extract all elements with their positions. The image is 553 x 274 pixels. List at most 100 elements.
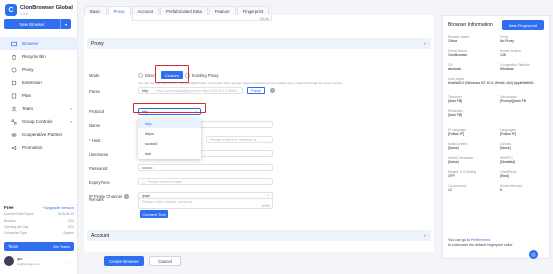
help-icon[interactable]: ? <box>270 88 275 93</box>
app-version: 1.3.0 <box>20 11 28 16</box>
protocol-option-https[interactable]: https <box>138 128 201 138</box>
upgrade-link[interactable]: +Upgrade version <box>42 205 74 210</box>
plan-row-key: Browser <box>4 218 16 223</box>
chevron-down-icon: ▾ <box>70 119 72 124</box>
chevron-right-icon[interactable]: › <box>69 261 70 266</box>
mode-label: Mode <box>89 73 100 78</box>
group-icon <box>11 119 17 124</box>
plan-icon <box>11 93 17 98</box>
section-title: Account <box>91 232 110 239</box>
info-field-value: 8 <box>500 187 502 192</box>
remark-label: Remark <box>89 197 104 202</box>
info-field-value: windows <box>448 66 462 71</box>
team-switch-bar[interactable]: Team See Teams <box>4 242 74 251</box>
info-field: Disable TLS Setting OFF <box>448 170 498 178</box>
password-input[interactable]: •••••••• <box>138 164 273 171</box>
sidebar-item-promotion[interactable]: Promotion <box>0 141 78 154</box>
connect-test-button[interactable]: Connect Test <box>140 210 168 218</box>
new-browser-button[interactable]: New Browser ▾ <box>4 19 71 29</box>
sidebar-item-recycle-bin[interactable]: Recycle Bin <box>0 50 78 63</box>
remark-textarea[interactable]: Please enter remark, optional 0/100 <box>138 198 273 209</box>
tab-account[interactable]: Account <box>131 6 160 15</box>
sidebar-item-group-controls[interactable]: Group Controls ▾ <box>0 115 78 128</box>
puzzle-icon <box>11 80 17 85</box>
sidebar-item-browser[interactable]: Browser <box>0 37 78 50</box>
plan-name: Free <box>4 205 14 210</box>
parse-button[interactable]: Parse <box>247 87 265 94</box>
username-label: Username <box>89 152 109 157</box>
create-browser-button[interactable]: Create Browser <box>104 256 144 266</box>
info-field-value: [Prompt][Auto Fill <box>500 98 527 103</box>
tab-proxy[interactable]: Proxy <box>107 6 131 15</box>
sidebar-item-plan[interactable]: Plan <box>0 89 78 102</box>
info-field-key: Device Memory <box>500 184 523 188</box>
info-field: User-Agent Mozilla/5.0 (Windows NT 10.0; … <box>448 77 548 85</box>
new-fingerprint-button[interactable]: New Fingerprint <box>502 20 544 30</box>
plan-row-key: Connected Type <box>4 231 28 236</box>
tab-fingerprint[interactable]: Fingerprint <box>236 6 270 15</box>
expiry-date-input[interactable]: ▢ Please select a date <box>138 178 273 185</box>
app-logo-icon: C <box>5 4 17 16</box>
cancel-button[interactable]: Cancel <box>149 256 181 266</box>
remark-placeholder: Please enter remark, optional <box>142 200 192 204</box>
mode-hint-text: You can use the new proxy IP you just fi… <box>138 81 343 85</box>
help-icon[interactable]: ? <box>124 194 129 199</box>
user-email: ipo@clonap.com <box>17 262 40 266</box>
protocol-label: Protocol <box>89 109 105 114</box>
sidebar-item-label: Cooperative Partner <box>22 132 63 137</box>
preferences-link[interactable]: Preferences <box>471 238 490 242</box>
protocol-option-ssh[interactable]: ssh <box>138 148 201 158</box>
host-label: * Host <box>89 138 101 143</box>
user-profile[interactable]: ipo ipo@clonap.com <box>4 256 39 266</box>
tab-feature[interactable]: Feature <box>208 6 236 15</box>
sidebar-item-label: Extension <box>22 80 42 85</box>
info-field: Geolocation [Prompt][Auto Fill <box>500 95 550 103</box>
protocol-option-socks5[interactable]: socks5 <box>138 138 201 148</box>
host-input[interactable]: Please enter the address or <box>206 136 273 143</box>
tab-prefabricated-data[interactable]: Prefabricated Data <box>160 6 208 15</box>
sidebar-item-proxy[interactable]: Proxy <box>0 63 78 76</box>
parse-label: Parse <box>89 89 100 94</box>
chevron-down-icon: ˅ <box>267 193 269 198</box>
sidebar-nav: Browser Recycle Bin Proxy Extension Plan… <box>0 37 78 154</box>
see-teams-link[interactable]: See Teams <box>53 245 70 249</box>
foot-suffix: to customize the default fingerprint val… <box>448 242 513 247</box>
plan-row-value: System <box>63 231 74 236</box>
support-chat-icon[interactable]: ◎ <box>529 250 538 259</box>
channel-value: ipapi <box>142 193 151 198</box>
info-field: ClientRects [Real] <box>500 170 550 178</box>
sidebar-item-label: Team <box>22 106 34 111</box>
info-field: Proxy No Proxy <box>500 35 550 43</box>
app-name: ClonBrowser Global <box>20 4 73 11</box>
info-field: Concurrency 12 <box>448 184 498 192</box>
protocol-option-http[interactable]: http <box>138 118 201 128</box>
collapse-sidebar-icon[interactable]: ‹ <box>71 7 73 13</box>
account-section-header[interactable]: Account ˅ <box>87 230 431 241</box>
info-field-value: OFF <box>448 173 455 178</box>
new-browser-caret-icon[interactable]: ▾ <box>61 19 71 29</box>
info-field-value: [Noise] <box>448 145 459 150</box>
proxy-section-header[interactable]: Proxy ˄ <box>87 38 431 49</box>
new-browser-label: New Browser <box>19 21 45 27</box>
sidebar-item-extension[interactable]: Extension <box>0 76 78 89</box>
info-field: Languages [Follow IP] <box>500 128 550 136</box>
info-field: Timezone [Auto Fill] <box>448 95 498 103</box>
info-field-value: [Real] <box>500 173 509 178</box>
chevron-down-icon[interactable]: ˅ <box>424 233 426 238</box>
info-field-value: China <box>448 38 457 43</box>
plan-row-key: Current Order Expire <box>4 212 34 217</box>
mode-option-existing-proxy[interactable]: Existing Proxy <box>185 73 219 78</box>
sidebar-item-team[interactable]: Team ▾ <box>0 102 78 115</box>
sidebar-item-cooperative-partner[interactable]: Cooperative Partner <box>0 128 78 141</box>
plan-row-value: 0/10 <box>67 224 74 229</box>
mode-option-direct[interactable]: Direct <box>138 73 156 78</box>
browser-information-panel: Browser Information New Fingerprint Brow… <box>442 15 550 259</box>
team-label: Team <box>8 244 19 249</box>
info-field: Compilation Platform Windows <box>500 63 550 71</box>
chevron-up-icon[interactable]: ˄ <box>424 41 426 46</box>
info-field: OS windows <box>448 63 498 71</box>
proxy-icon <box>11 67 17 72</box>
parse-input[interactable]: http http://user:pass@ip:port or http://… <box>138 87 243 94</box>
tab-basic[interactable]: Basic <box>84 6 107 15</box>
previous-textarea[interactable] <box>132 15 272 21</box>
